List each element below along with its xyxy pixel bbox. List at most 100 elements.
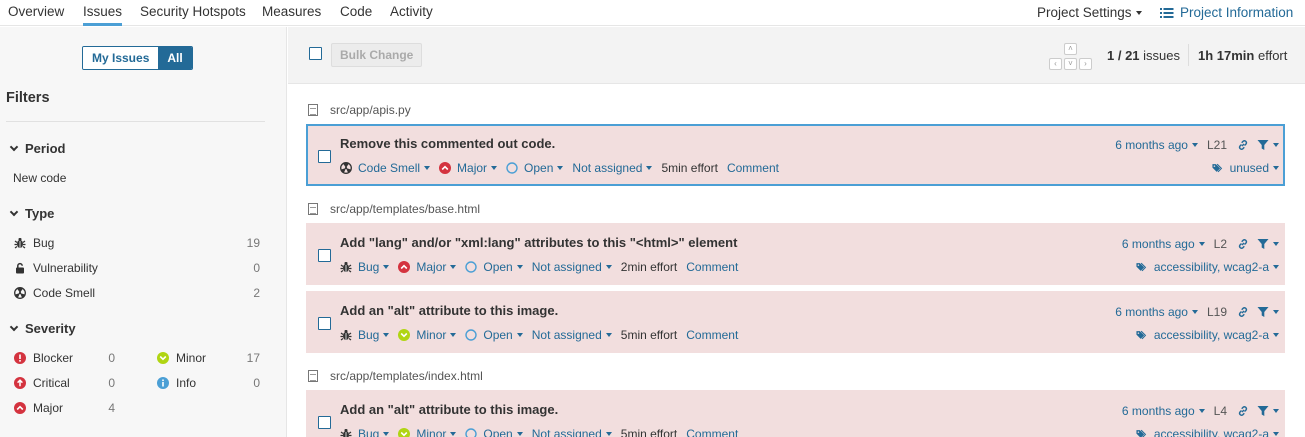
issue-severity-select[interactable]: Minor [398,328,457,342]
lock-icon [14,262,26,274]
severity-item-critical[interactable]: Critical [14,376,70,390]
chevron-down-icon [424,166,431,170]
issue-comment-link[interactable]: Comment [686,427,738,437]
issue-type-select[interactable]: Bug [340,328,390,342]
facet-type-header[interactable]: Type [9,206,54,221]
issue-severity-select[interactable]: Major [439,161,498,175]
facet-severity-header[interactable]: Severity [9,321,76,336]
issue-tags[interactable]: unused [1212,161,1279,175]
bug-icon [14,237,26,249]
issues-word: issues [1143,48,1181,63]
issue-comment-link[interactable]: Comment [686,260,738,274]
facet-period-header[interactable]: Period [9,141,66,156]
filters-sidebar: My Issues All Filters Period New code Ty… [0,27,287,437]
type-count: 2 [253,286,260,300]
issue-message[interactable]: Add "lang" and/or "xml:lang" attributes … [340,235,737,250]
issue-comment-link[interactable]: Comment [727,161,779,175]
issue-assignee-select[interactable]: Not assigned [532,260,612,274]
type-item-bug[interactable]: Bug [14,236,54,250]
facet-period-title: Period [25,141,66,156]
issue-tags[interactable]: accessibility, wcag2-a [1136,260,1279,274]
severity-item-major[interactable]: Major [14,401,63,415]
issue-date-menu[interactable]: 6 months ago [1122,404,1205,418]
my-issues-button[interactable]: My Issues [83,47,159,69]
filter-icon [1257,405,1269,417]
file-path[interactable]: src/app/apis.py [330,103,411,117]
severity-count: 17 [246,351,260,365]
permalink-icon[interactable] [1237,405,1249,417]
issue-type: Code Smell [358,161,421,175]
blocker-icon [14,352,26,364]
issues-toolbar: Bulk Change ˄ ‹ ˅ › 1 / 21 issues 1h 17m… [288,27,1305,84]
bulk-change-button[interactable]: Bulk Change [331,43,423,67]
issue-type-select[interactable]: Bug [340,427,390,437]
issue-severity: Major [416,260,447,274]
issue-severity-select[interactable]: Major [398,260,457,274]
filter-icon [1257,238,1269,250]
issue-assignee-select[interactable]: Not assigned [532,328,612,342]
select-all-checkbox[interactable] [309,47,322,60]
permalink-icon[interactable] [1237,306,1249,318]
tab-overview[interactable]: Overview [8,4,64,19]
issue-row[interactable]: Add an "alt" attribute to this image. Bu… [306,390,1285,437]
permalink-icon[interactable] [1237,238,1249,250]
tab-security-hotspots[interactable]: Security Hotspots [140,4,246,19]
file-path[interactable]: src/app/templates/index.html [330,369,483,383]
issue-type: Bug [358,427,380,437]
issue-date-menu[interactable]: 6 months ago [1122,237,1205,251]
issue-date-menu[interactable]: 6 months ago [1115,138,1198,152]
issue-meta: Code Smell Major Open Not assigned 5min … [340,161,779,175]
issue-assignee-select[interactable]: Not assigned [572,161,653,175]
type-item-code-smell[interactable]: Code Smell [14,286,95,300]
severity-label: Minor [176,351,207,365]
tab-issues[interactable]: Issues [83,4,123,26]
severity-item-minor[interactable]: Minor [157,351,206,365]
project-information-link[interactable]: Project Information [1160,5,1293,20]
issue-status: Open [483,328,513,342]
issue-status-select[interactable]: Open [465,260,523,274]
issue-type-select[interactable]: Bug [340,260,390,274]
issue-row[interactable]: Remove this commented out code. Code Sme… [306,124,1285,186]
issue-tags[interactable]: accessibility, wcag2-a [1136,328,1279,342]
issue-filter-menu[interactable] [1257,405,1279,417]
issue-row[interactable]: Add an "alt" attribute to this image. Bu… [306,291,1285,353]
issue-meta: Bug Minor Open Not assigned 5min effort … [340,328,738,342]
tab-code[interactable]: Code [340,4,372,19]
issue-status-select[interactable]: Open [465,427,523,437]
tab-activity[interactable]: Activity [390,4,433,19]
permalink-icon[interactable] [1237,139,1249,151]
issue-checkbox[interactable] [318,416,331,429]
project-settings-menu[interactable]: Project Settings [1037,5,1142,20]
issue-checkbox[interactable] [318,150,331,163]
issue-type-select[interactable]: Code Smell [340,161,431,175]
issue-message[interactable]: Add an "alt" attribute to this image. [340,303,558,318]
severity-item-info[interactable]: Info [157,376,196,390]
issue-checkbox[interactable] [318,317,331,330]
issue-filter-menu[interactable] [1257,139,1279,151]
project-settings-label: Project Settings [1037,5,1132,20]
divider [6,121,265,122]
issue-assignee: Not assigned [572,161,643,175]
issue-status-select[interactable]: Open [506,161,564,175]
issue-status-select[interactable]: Open [465,328,523,342]
issue-date-menu[interactable]: 6 months ago [1115,305,1198,319]
issue-message[interactable]: Add an "alt" attribute to this image. [340,402,558,417]
type-item-vulnerability[interactable]: Vulnerability [14,261,98,275]
issue-filter-menu[interactable] [1257,306,1279,318]
issue-meta: Bug Major Open Not assigned 2min effort … [340,260,738,274]
filter-icon [1257,306,1269,318]
tab-measures[interactable]: Measures [262,4,321,19]
issue-assignee-select[interactable]: Not assigned [532,427,612,437]
issue-row[interactable]: Add "lang" and/or "xml:lang" attributes … [306,223,1285,285]
all-issues-button[interactable]: All [158,47,192,69]
issue-message[interactable]: Remove this commented out code. [340,136,555,151]
issue-tags[interactable]: accessibility, wcag2-a [1136,427,1279,437]
issue-severity-select[interactable]: Minor [398,427,457,437]
issue-comment-link[interactable]: Comment [686,328,738,342]
severity-item-blocker[interactable]: Blocker [14,351,73,365]
file-path[interactable]: src/app/templates/base.html [330,202,480,216]
issue-checkbox[interactable] [318,249,331,262]
open-status-icon [465,428,477,437]
issue-filter-menu[interactable] [1257,238,1279,250]
period-new-code[interactable]: New code [13,171,66,185]
